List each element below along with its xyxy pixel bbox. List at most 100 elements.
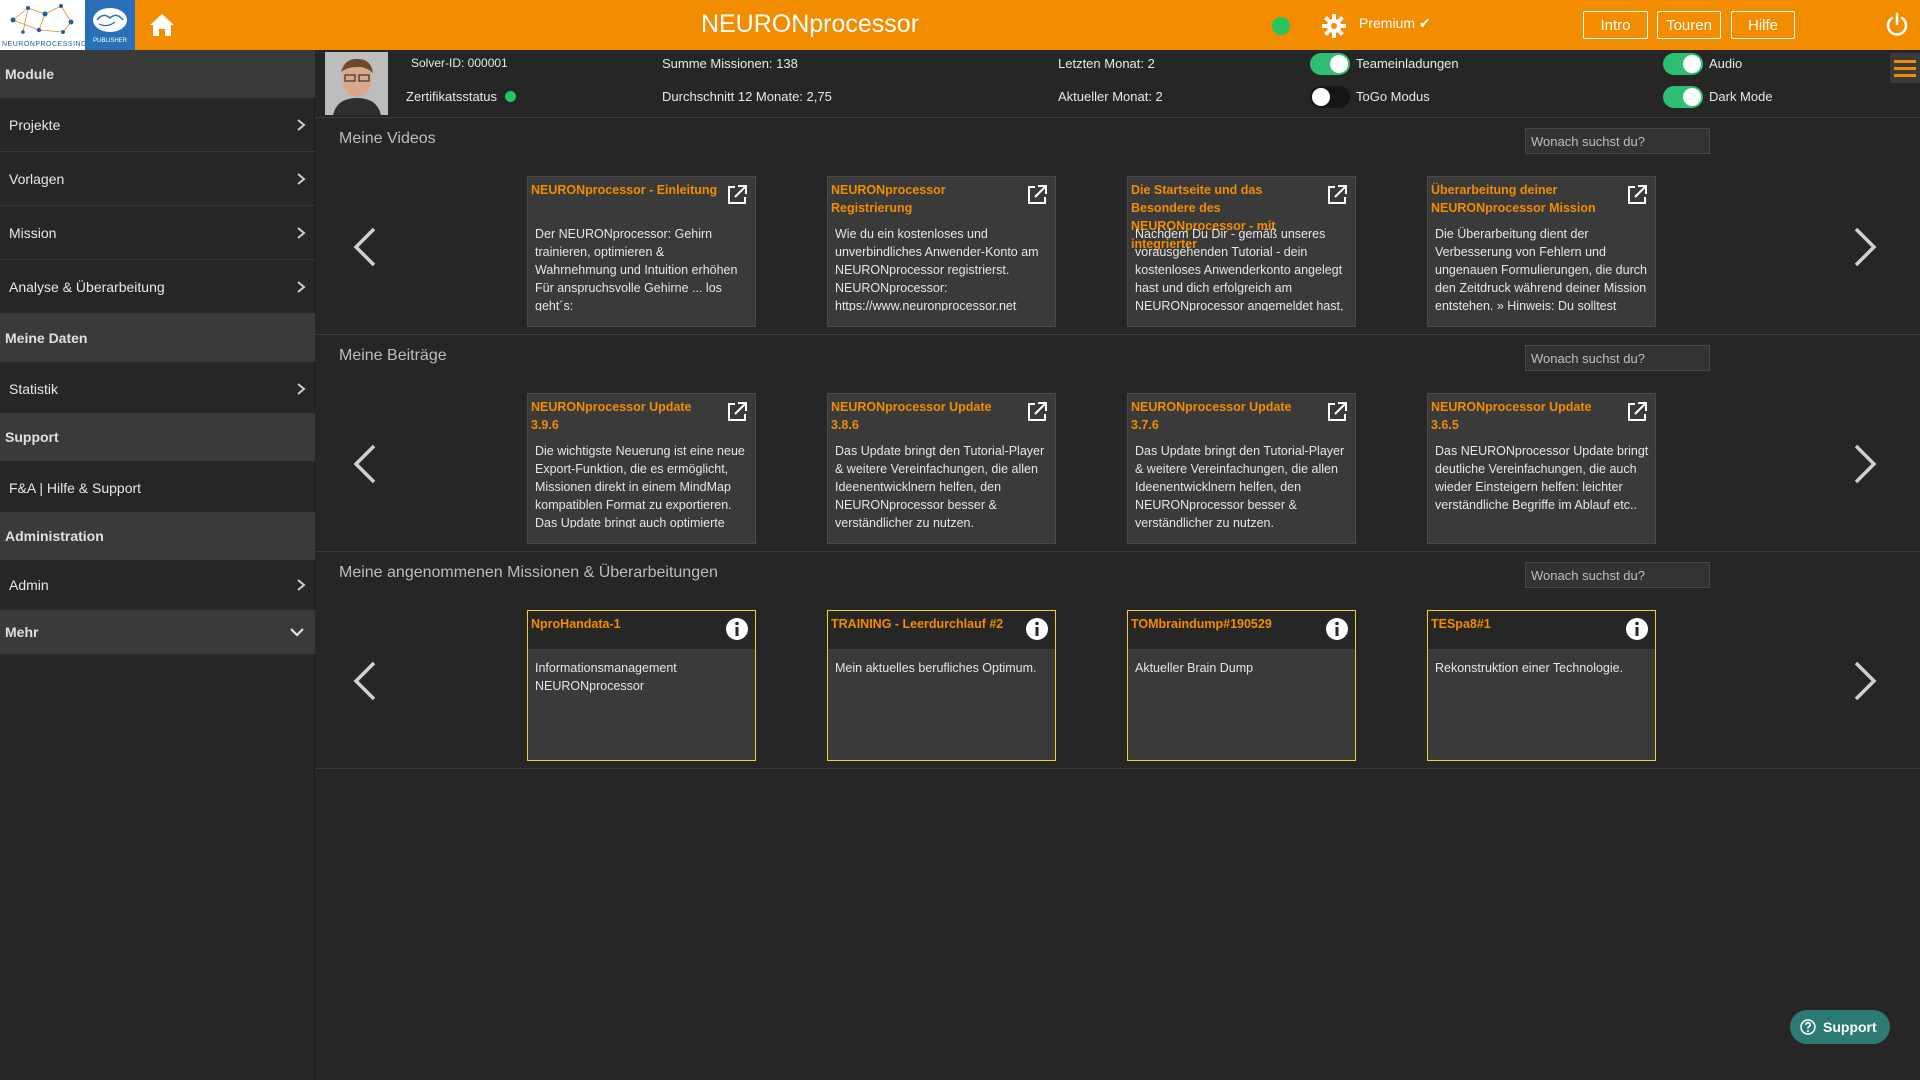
chevron-left-icon[interactable] [350,226,380,268]
card-title: NEURONprocessor - Einleitung [531,183,718,197]
card-title: NEURONprocessor Update 3.8.6 [831,400,992,432]
video-card[interactable]: NEURONprocessor - Einleitung Der NEURONp… [527,176,756,327]
card-header: TESpa8#1 [1428,611,1655,649]
power-icon[interactable] [1885,12,1909,38]
card-text: Mein aktuelles berufliches Optimum. [835,661,1037,675]
hilfe-button[interactable]: Hilfe [1731,11,1795,39]
card-title: NEURONprocessor Update 3.6.5 [1431,400,1592,432]
post-card[interactable]: NEURONprocessor Update 3.9.6 Die wichtig… [527,393,756,544]
section-posts: Meine Beiträge NEURONprocessor Update 3.… [315,335,1920,552]
togo-mode-toggle[interactable] [1310,86,1350,108]
sidebar-heading-module: Module [0,50,315,98]
support-button-label: Support [1823,1019,1877,1035]
videos-search-input[interactable] [1525,128,1710,154]
card-text: Aktueller Brain Dump [1135,661,1254,675]
mission-card[interactable]: TRAINING - Leerdurchlauf #2 Mein aktuell… [827,610,1056,761]
sidebar-item-analyse[interactable]: Analyse & Überarbeitung [0,260,315,314]
chevron-right-icon [297,579,306,591]
external-link-icon[interactable] [1325,400,1349,424]
post-card[interactable]: NEURONprocessor Update 3.7.6 Das Update … [1127,393,1356,544]
solver-id: Solver-ID: 000001 [411,56,508,70]
info-icon[interactable] [1625,617,1649,641]
mission-card[interactable]: TESpa8#1 Rekonstruktion einer Technologi… [1427,610,1656,761]
card-text: Nachdem Du Dir - gemäß unseres vorausgeh… [1135,227,1344,311]
card-text: Informationsmanagement NEURONprocessor [535,661,677,693]
info-icon[interactable] [1325,617,1349,641]
section-videos: Meine Videos NEURONprocessor - Einleitun… [315,118,1920,335]
card-title: TESpa8#1 [1431,617,1491,631]
video-card[interactable]: NEURONprocessor Registrierung Wie du ein… [827,176,1056,327]
current-month: Aktueller Monat: 2 [1058,89,1163,104]
section-title: Meine Beiträge [339,347,447,364]
sidebar-item-statistik[interactable]: Statistik [0,362,315,416]
chevron-left-icon[interactable] [350,443,380,485]
external-link-icon[interactable] [1025,183,1049,207]
chevron-right-icon[interactable] [1850,226,1880,268]
post-card[interactable]: NEURONprocessor Update 3.6.5 Das NEURONp… [1427,393,1656,544]
card-header: NEURONprocessor Update 3.7.6 [1128,394,1355,432]
chevron-left-icon[interactable] [350,660,380,702]
support-button[interactable]: Support [1790,1010,1890,1044]
touren-button[interactable]: Touren [1657,11,1721,39]
external-link-icon[interactable] [725,400,749,424]
card-title: NproHandata-1 [531,617,621,631]
card-header: TOMbraindump#190529 [1128,611,1355,649]
card-header: NproHandata-1 [528,611,755,649]
audio-toggle[interactable] [1663,53,1703,75]
intro-button[interactable]: Intro [1583,11,1648,39]
togo-mode-label: ToGo Modus [1356,89,1430,104]
sidebar-item-vorlagen[interactable]: Vorlagen [0,152,315,206]
card-header: NEURONprocessor Update 3.9.6 [528,394,755,432]
team-invites-toggle[interactable] [1310,53,1350,75]
mission-card[interactable]: TOMbraindump#190529 Aktueller Brain Dump [1127,610,1356,761]
video-card[interactable]: Überarbeitung deiner NEURONprocessor Mis… [1427,176,1656,327]
sidebar-heading-support: Support [0,413,315,461]
avatar[interactable] [325,52,388,115]
sidebar-heading-administration: Administration [0,512,315,560]
sidebar-item-label: Vorlagen [9,171,65,187]
card-header: NEURONprocessor Registrierung [828,177,1055,215]
top-bar: NEURONPROCESSING PUBLISHER NEURONprocess… [0,0,1920,50]
video-card[interactable]: Die Startseite und das Besondere des NEU… [1127,176,1356,327]
external-link-icon[interactable] [1025,400,1049,424]
card-title: NEURONprocessor Registrierung [831,183,946,215]
sidebar-item-projekte[interactable]: Projekte [0,98,315,152]
audio-label: Audio [1709,56,1743,71]
external-link-icon[interactable] [1625,400,1649,424]
chevron-right-icon[interactable] [1850,660,1880,702]
certificate-status-dot [504,91,516,102]
mission-card[interactable]: NproHandata-1 Informationsmanagement NEU… [527,610,756,761]
sidebar-item-label: Analyse & Überarbeitung [9,279,165,295]
card-header: NEURONprocessor Update 3.6.5 [1428,394,1655,432]
team-invites-label: Teameinladungen [1356,56,1459,71]
dark-mode-toggle[interactable] [1663,86,1703,108]
certificate-status: Zertifikatsstatus [406,89,516,104]
info-icon[interactable] [1025,617,1049,641]
gear-icon[interactable] [1322,14,1346,38]
card-title: TRAINING - Leerdurchlauf #2 [831,617,1004,631]
post-card[interactable]: NEURONprocessor Update 3.8.6 Das Update … [827,393,1056,544]
external-link-icon[interactable] [725,183,749,207]
chevron-right-icon [297,281,306,293]
sidebar-more-toggle[interactable]: Mehr [0,610,315,654]
card-header: NEURONprocessor Update 3.8.6 [828,394,1055,432]
card-header: Überarbeitung deiner NEURONprocessor Mis… [1428,177,1655,215]
sidebar-more-label: Mehr [5,624,39,640]
card-header: NEURONprocessor - Einleitung [528,177,755,215]
profile-bar: Solver-ID: 000001 Zertifikatsstatus Summ… [315,50,1920,118]
posts-search-input[interactable] [1525,345,1710,371]
sidebar-item-faq[interactable]: F&A | Hilfe & Support [0,461,315,515]
missions-search-input[interactable] [1525,562,1710,588]
section-title: Meine Videos [339,130,436,147]
sidebar-heading-meine-daten: Meine Daten [0,314,315,362]
sidebar-item-mission[interactable]: Mission [0,206,315,260]
info-icon[interactable] [725,617,749,641]
online-status-indicator [1272,17,1290,35]
chevron-right-icon[interactable] [1850,443,1880,485]
hamburger-menu-icon[interactable] [1890,53,1920,83]
external-link-icon[interactable] [1325,183,1349,207]
card-title: NEURONprocessor Update 3.7.6 [1131,400,1292,432]
external-link-icon[interactable] [1625,183,1649,207]
sidebar-item-admin[interactable]: Admin [0,560,315,610]
section-missions: Meine angenommenen Missionen & Überarbei… [315,552,1920,769]
